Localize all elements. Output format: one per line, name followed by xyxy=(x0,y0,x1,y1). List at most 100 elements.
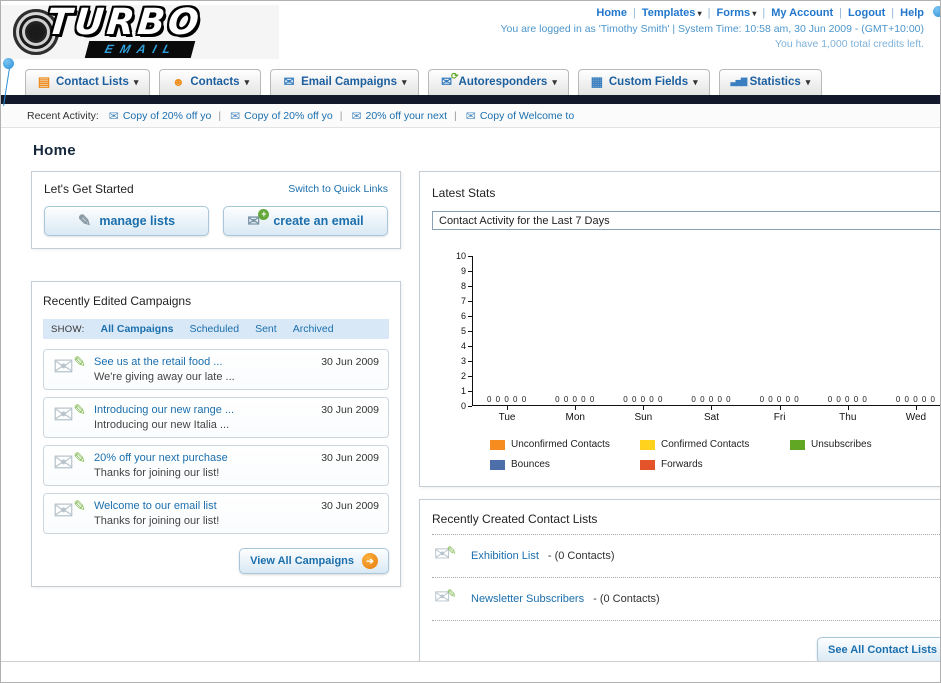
manage-lists-label: manage lists xyxy=(99,214,176,228)
legend-label: Unconfirmed Contacts xyxy=(511,439,610,450)
logo-word-email: EMAIL xyxy=(84,41,196,58)
chevron-down-icon xyxy=(402,76,407,88)
tab-autoresponders[interactable]: Autoresponders xyxy=(427,69,569,95)
contact-list-link[interactable]: Newsletter Subscribers xyxy=(471,593,584,605)
chevron-down-icon xyxy=(134,76,139,88)
campaign-row: Welcome to our email list Thanks for joi… xyxy=(43,493,389,534)
bar-group-values: 0 0 0 0 0 xyxy=(691,395,732,404)
campaign-title-link[interactable]: Introducing our new range ... xyxy=(94,404,312,416)
envelope-plus-icon xyxy=(247,209,270,230)
tab-email-campaigns[interactable]: Email Campaigns xyxy=(270,69,419,95)
view-all-campaigns-button[interactable]: View All Campaigns xyxy=(239,548,389,574)
top-link-home[interactable]: Home xyxy=(596,7,627,19)
header-right: HomeTemplatesFormsMy AccountLogoutHelp Y… xyxy=(500,5,924,61)
x-axis-label: Mon xyxy=(541,406,609,423)
top-link-logout[interactable]: Logout xyxy=(833,7,885,19)
envelope-icon xyxy=(466,109,476,123)
page-title: Home xyxy=(33,142,76,159)
recent-activity-item: Copy of 20% off yo xyxy=(230,109,351,123)
envelope-pencil-icon xyxy=(53,496,86,526)
tab-custom-fields[interactable]: Custom Fields xyxy=(577,69,710,95)
manage-lists-button[interactable]: manage lists xyxy=(44,206,209,236)
campaign-subtitle: Thanks for joining our list! xyxy=(94,515,220,527)
x-axis-label: Fri xyxy=(746,406,814,423)
campaign-date: 30 Jun 2009 xyxy=(321,356,379,368)
recent-campaigns-panel: Recently Edited Campaigns SHOW: All Camp… xyxy=(31,281,401,587)
contact-list-link[interactable]: Exhibition List xyxy=(471,550,539,562)
stats-period-select[interactable]: Contact Activity for the Last 7 Days xyxy=(432,211,940,230)
see-all-contact-lists-button[interactable]: See All Contact Lists xyxy=(816,637,940,661)
tab-statistics[interactable]: Statistics xyxy=(718,69,823,95)
create-email-button[interactable]: create an email xyxy=(223,206,388,236)
tab-label: Contacts xyxy=(190,76,240,88)
filter-all-campaigns[interactable]: All Campaigns xyxy=(101,323,174,335)
x-axis-label: Sun xyxy=(609,406,677,423)
envelope-icon xyxy=(351,109,361,123)
contact-activity-chart: 10 9 8 7 6 5 4 3 2 1 0 0 0 0 0 00 0 0 0 00 0 0 0 0… xyxy=(446,251,940,470)
campaign-title-link[interactable]: See us at the retail food ... xyxy=(94,356,312,368)
tab-label: Statistics xyxy=(749,76,801,88)
top-link-templates[interactable]: Templates xyxy=(627,7,702,19)
credits-text: You have 1,000 total credits left. xyxy=(774,38,924,50)
legend-item: Bounces xyxy=(490,459,640,470)
tab-contacts[interactable]: Contacts xyxy=(159,69,262,95)
filter-sent[interactable]: Sent xyxy=(255,323,277,335)
envelope-pencil-icon xyxy=(434,586,457,609)
nav-divider-bar xyxy=(1,95,940,104)
recent-activity-link[interactable]: Copy of Welcome to xyxy=(480,110,574,122)
bar-group-values: 0 0 0 0 0 xyxy=(487,395,528,404)
campaign-subtitle: Thanks for joining our list! xyxy=(94,467,220,479)
x-axis-label: Wed xyxy=(882,406,940,423)
envelope-pencil-icon xyxy=(53,448,86,478)
chart-zero-row: 0 0 0 0 0 0 0 0 0 0 0 0 0 0 0 0 0 0 0 0 0 0 … xyxy=(473,395,940,404)
get-started-panel: Let's Get Started Switch to Quick Links … xyxy=(31,171,401,249)
top-link-help[interactable]: Help xyxy=(885,7,924,19)
campaign-list: See us at the retail food ... We're givi… xyxy=(43,349,389,534)
chart-plot-area: 0 0 0 0 0 0 0 0 0 0 0 0 0 0 0 0 0 0 0 0 0 0 … xyxy=(472,256,940,406)
tab-label: Custom Fields xyxy=(608,76,689,88)
recent-activity-item: Copy of 20% off yo xyxy=(109,109,230,123)
recent-activity-link[interactable]: 20% off your next xyxy=(366,110,448,122)
contacts-icon xyxy=(171,75,185,89)
filter-scheduled[interactable]: Scheduled xyxy=(189,323,239,335)
legend-swatch xyxy=(490,439,505,450)
email-campaigns-icon xyxy=(282,75,296,89)
recent-activity-item: Copy of Welcome to xyxy=(466,109,574,123)
recent-activity-strip: Recent Activity: Copy of 20% off yo Copy… xyxy=(1,104,940,128)
contact-lists-icon xyxy=(37,75,51,89)
campaign-date: 30 Jun 2009 xyxy=(321,404,379,416)
top-link-forms[interactable]: Forms xyxy=(702,7,757,19)
legend-swatch xyxy=(790,439,805,450)
campaign-title-link[interactable]: Welcome to our email list xyxy=(94,500,312,512)
recent-activity-link[interactable]: Copy of 20% off yo xyxy=(244,110,333,122)
envelope-icon xyxy=(230,109,240,123)
campaign-date: 30 Jun 2009 xyxy=(321,500,379,512)
campaign-title-link[interactable]: 20% off your next purchase xyxy=(94,452,312,464)
legend-label: Unsubscribes xyxy=(811,439,872,450)
chevron-down-icon xyxy=(245,76,250,88)
main-content: Home Let's Get Started Switch to Quick L… xyxy=(1,128,940,662)
turbo-email-logo[interactable]: TURBO EMAIL xyxy=(1,2,279,59)
recent-activity-link[interactable]: Copy of 20% off yo xyxy=(123,110,212,122)
stats-period-value: Contact Activity for the Last 7 Days xyxy=(439,214,610,227)
tab-contact-lists[interactable]: Contact Lists xyxy=(25,69,151,95)
legend-label: Bounces xyxy=(511,459,550,470)
top-header: TURBO EMAIL HomeTemplatesFormsMy Account… xyxy=(1,1,940,61)
legend-swatch xyxy=(640,459,655,470)
chevron-down-icon xyxy=(693,76,698,88)
pencil-icon xyxy=(78,211,91,231)
contact-list-row: Newsletter Subscribers - (0 Contacts) xyxy=(432,578,940,621)
campaign-filter-bar: SHOW: All Campaigns Scheduled Sent Archi… xyxy=(43,319,389,339)
contact-lists-title: Recently Created Contact Lists xyxy=(432,512,940,535)
top-link-my-account[interactable]: My Account xyxy=(756,7,833,19)
contact-list-count: - (0 Contacts) xyxy=(593,593,660,605)
legend-item: Forwards xyxy=(640,459,790,470)
decorative-blue-dot-right xyxy=(933,6,940,17)
switch-quick-links-link[interactable]: Switch to Quick Links xyxy=(288,183,388,195)
filter-archived[interactable]: Archived xyxy=(293,323,334,335)
recent-activity-label: Recent Activity: xyxy=(27,109,99,122)
campaign-subtitle: We're giving away our late ... xyxy=(94,371,235,383)
chevron-down-icon xyxy=(552,76,557,88)
campaign-subtitle: Introducing our new Italia ... xyxy=(94,419,230,431)
utility-nav: HomeTemplatesFormsMy AccountLogoutHelp xyxy=(500,7,924,19)
